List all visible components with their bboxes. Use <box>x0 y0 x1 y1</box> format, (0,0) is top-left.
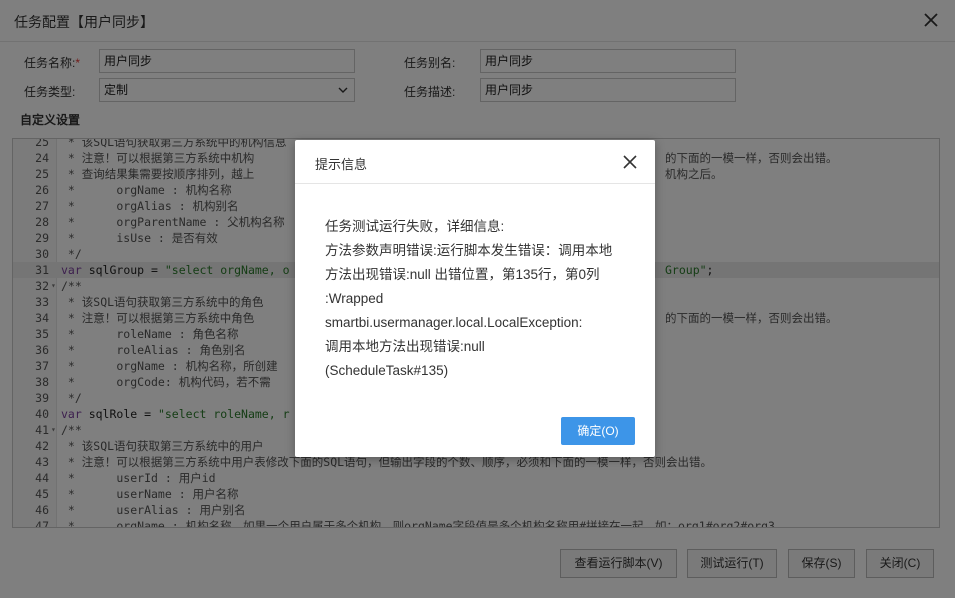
message-line: :Wrapped <box>325 291 384 306</box>
message-line: 任务测试运行失败，详细信息: <box>325 219 505 234</box>
message-line: smartbi.usermanager.local.LocalException… <box>325 315 583 330</box>
message-line: 方法参数声明错误:运行脚本发生错误：调用本地 <box>325 243 613 258</box>
message-line: 方法出现错误:null 出错位置，第135行，第0列 <box>325 267 600 282</box>
alert-modal: 提示信息 任务测试运行失败，详细信息: 方法参数声明错误:运行脚本发生错误：调用… <box>295 140 655 457</box>
ok-button[interactable]: 确定(O) <box>561 417 635 445</box>
modal-message: 任务测试运行失败，详细信息: 方法参数声明错误:运行脚本发生错误：调用本地 方法… <box>325 215 635 383</box>
modal-header: 提示信息 <box>295 140 655 184</box>
close-icon[interactable] <box>621 153 639 171</box>
modal-title: 提示信息 <box>315 157 368 172</box>
message-line: 调用本地方法出现错误:null <box>325 339 485 354</box>
message-line: (ScheduleTask#135) <box>325 363 449 378</box>
